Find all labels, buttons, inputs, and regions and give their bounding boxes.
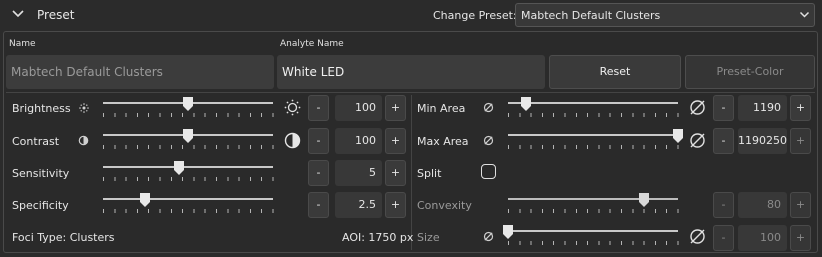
size-empty-set-icon [689, 228, 706, 245]
min-area-label: Min Area [417, 102, 466, 115]
max-area-reset-icon[interactable] [483, 135, 494, 146]
panel-title: Preset [37, 8, 75, 22]
convexity-label: Convexity [417, 199, 472, 212]
size-slider-ticks [508, 241, 679, 245]
brightness-label: Brightness [12, 102, 71, 115]
max-area-increment-button[interactable]: + [790, 128, 811, 154]
split-checkbox[interactable] [481, 164, 496, 179]
change-preset-label: Change Preset: [433, 9, 517, 22]
section-divider [6, 92, 815, 93]
convexity-slider-thumb[interactable] [639, 193, 649, 207]
min-area-slider-ticks [508, 113, 679, 117]
contrast-slider-ticks [103, 145, 274, 149]
min-area-decrement-button[interactable]: - [713, 95, 734, 121]
min-area-increment-button[interactable]: + [790, 95, 811, 121]
reset-button[interactable]: Reset [549, 55, 681, 89]
preset-select[interactable]: Mabtech Default Clusters [515, 3, 815, 27]
min-area-slider-thumb[interactable] [521, 97, 531, 111]
specificity-slider-thumb[interactable] [140, 193, 150, 207]
name-field-value: Mabtech Default Clusters [11, 65, 163, 79]
brightness-slider-thumb[interactable] [183, 97, 193, 111]
convexity-slider-ticks [508, 209, 679, 213]
contrast-low-icon [78, 135, 89, 146]
name-field[interactable]: Mabtech Default Clusters [6, 55, 274, 89]
specificity-decrement-button[interactable]: - [308, 192, 329, 218]
contrast-increment-button[interactable]: + [385, 128, 406, 154]
brightness-decrement-button[interactable]: - [308, 95, 329, 121]
specificity-value[interactable]: 2.5 [335, 192, 382, 218]
size-increment-button[interactable]: + [790, 225, 811, 251]
min-area-empty-set-icon [689, 99, 706, 116]
brightness-value[interactable]: 100 [335, 95, 382, 121]
contrast-value[interactable]: 100 [335, 128, 382, 154]
sensitivity-slider-track[interactable] [103, 166, 273, 168]
sensitivity-value[interactable]: 5 [335, 160, 382, 186]
sensitivity-slider-thumb[interactable] [174, 161, 184, 175]
brightness-increment-button[interactable]: + [385, 95, 406, 121]
sensitivity-label: Sensitivity [12, 167, 70, 180]
name-label: Name [9, 39, 36, 49]
max-area-decrement-button[interactable]: - [713, 128, 734, 154]
brightness-low-icon [78, 102, 90, 114]
specificity-increment-button[interactable]: + [385, 192, 406, 218]
sensitivity-slider-ticks [103, 177, 274, 181]
foci-type-text: Foci Type: Clusters [12, 231, 115, 244]
size-slider-track[interactable] [508, 230, 678, 232]
convexity-slider-track[interactable] [508, 198, 678, 200]
split-label: Split [417, 167, 442, 180]
analyte-label: Analyte Name [280, 39, 344, 49]
specificity-slider-track[interactable] [103, 198, 273, 200]
preset-color-button[interactable]: Preset-Color [685, 55, 815, 89]
column-divider [411, 95, 412, 250]
chevron-down-icon [799, 11, 810, 19]
analyte-field-value: White LED [282, 65, 345, 79]
max-area-empty-set-icon [689, 132, 706, 149]
min-area-value[interactable]: 1190 [738, 95, 787, 121]
aoi-text: AOI: 1750 px [342, 231, 414, 244]
convexity-value[interactable]: 80 [738, 192, 787, 218]
contrast-label: Contrast [12, 135, 60, 148]
sensitivity-decrement-button[interactable]: - [308, 160, 329, 186]
brightness-slider-ticks [103, 113, 274, 117]
preset-select-value: Mabtech Default Clusters [521, 9, 661, 22]
size-label: Size [417, 231, 440, 244]
specificity-label: Specificity [12, 199, 69, 212]
min-area-slider-track[interactable] [508, 102, 678, 104]
max-area-slider-track[interactable] [508, 134, 678, 136]
size-decrement-button[interactable]: - [713, 225, 734, 251]
size-value[interactable]: 100 [738, 225, 787, 251]
max-area-value[interactable]: 1190250 [738, 128, 787, 154]
max-area-label: Max Area [417, 135, 469, 148]
min-area-reset-icon[interactable] [483, 102, 494, 113]
size-slider-thumb[interactable] [503, 225, 513, 239]
chevron-down-icon[interactable] [11, 9, 25, 19]
convexity-decrement-button[interactable]: - [713, 192, 734, 218]
sensitivity-increment-button[interactable]: + [385, 160, 406, 186]
brightness-high-icon [284, 99, 301, 116]
specificity-slider-ticks [103, 209, 274, 213]
analyte-field[interactable]: White LED [277, 55, 545, 89]
max-area-slider-ticks [508, 145, 679, 149]
size-reset-icon[interactable] [483, 231, 494, 242]
contrast-slider-thumb[interactable] [183, 129, 193, 143]
contrast-high-icon [284, 132, 301, 149]
contrast-decrement-button[interactable]: - [308, 128, 329, 154]
max-area-slider-thumb[interactable] [673, 129, 683, 143]
convexity-increment-button[interactable]: + [790, 192, 811, 218]
